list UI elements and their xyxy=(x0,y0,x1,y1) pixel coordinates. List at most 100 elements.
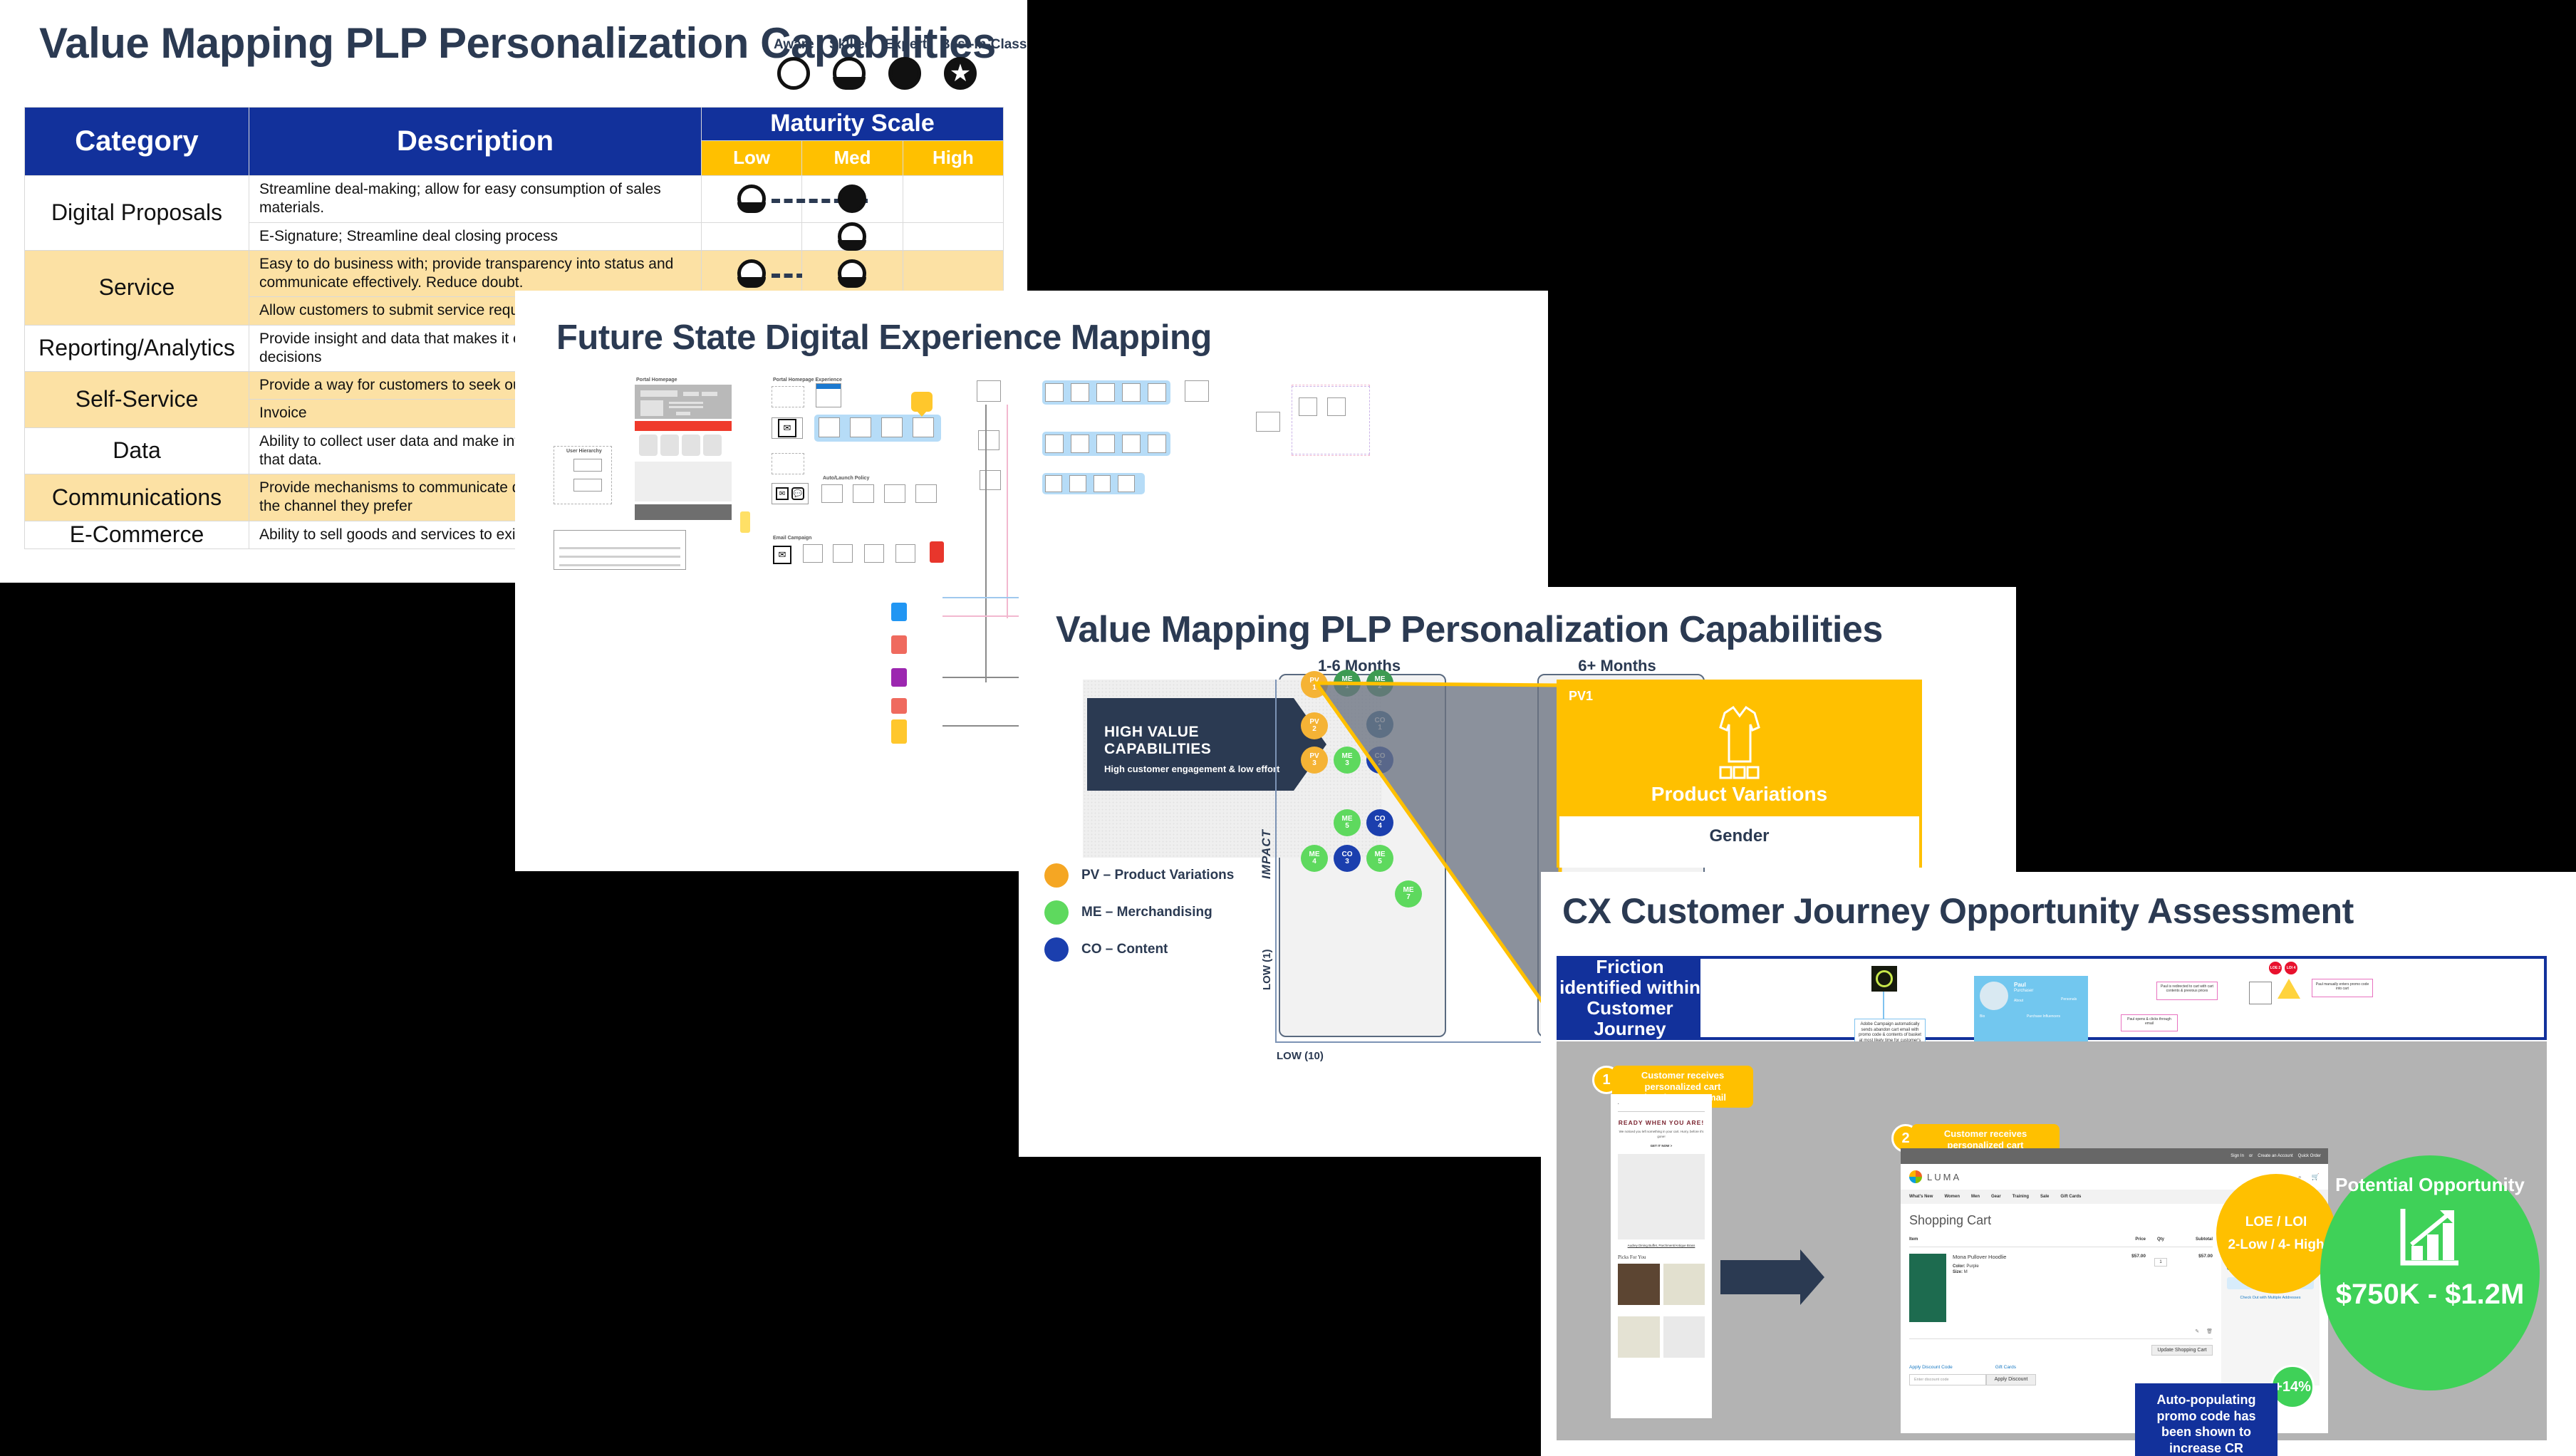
flow-card xyxy=(850,417,871,437)
warning-icon xyxy=(2278,979,2300,999)
bubble-co-3[interactable]: CO 3 xyxy=(1334,845,1361,872)
update-cart-button[interactable]: Update Shopping Cart xyxy=(2151,1345,2213,1356)
wireframe-line xyxy=(669,406,703,408)
connector-line xyxy=(985,405,987,682)
wireframe-nav-2 xyxy=(702,392,717,396)
persona-role: Purchaser xyxy=(2014,989,2034,993)
legend-skilled-label: Skilled xyxy=(829,37,873,52)
legend-label-pv: PV – Product Variations xyxy=(1081,868,1235,883)
loe-loi-title: LOE / LOI xyxy=(2245,1215,2307,1229)
nav-training[interactable]: Training xyxy=(2012,1195,2029,1199)
edit-icon[interactable]: ✎ xyxy=(2195,1328,2199,1334)
email-pick-2 xyxy=(1663,1263,1705,1305)
cell-category: Reporting/Analytics xyxy=(24,324,249,372)
cart-table-header: Item Price Qty Subtotal xyxy=(1909,1232,2213,1247)
flow-card xyxy=(1327,397,1346,416)
loe-loi-bubble: LOE / LOI 2-Low / 4- High xyxy=(2216,1174,2336,1294)
email-pick-3 xyxy=(1618,1316,1660,1358)
item-qty-input[interactable]: 1 xyxy=(2154,1258,2167,1267)
cell-low xyxy=(700,222,803,251)
email-product-name: Audrey Dining Buffet, Parchment/Antique … xyxy=(1627,1243,1695,1247)
pv1-subtitle: Gender xyxy=(1709,826,1770,846)
bubble-me-2[interactable]: ME 2 xyxy=(1366,670,1393,697)
bubble-me-7[interactable]: ME 7 xyxy=(1395,880,1422,908)
loi-badge: LOI 4 xyxy=(2285,962,2297,974)
wireframe-alert-bar xyxy=(635,421,732,431)
opportunity-value: $750K - $1.2M xyxy=(2335,1279,2525,1310)
legend-dot-co xyxy=(1044,937,1069,962)
nav-gift-cards[interactable]: Gift Cards xyxy=(2060,1195,2081,1199)
table-header-row: Category Description Maturity Scale xyxy=(24,107,1004,176)
hvc-headline: HIGH VALUE CAPABILITIES xyxy=(1104,724,1212,757)
note-redirected: Paul is redirected to cart with cart con… xyxy=(2156,982,2218,1000)
create-account-link[interactable]: Create an Account xyxy=(2258,1154,2292,1158)
apply-discount-button[interactable]: Apply Discount xyxy=(1986,1374,2036,1385)
chip-blue xyxy=(891,603,907,621)
cart-account-bar: Sign In or Create an Account Quick Order xyxy=(1901,1148,2328,1164)
chip-note xyxy=(740,511,750,533)
persona-name: Paul xyxy=(2014,982,2026,988)
email-pick-4 xyxy=(1663,1316,1705,1358)
legend-expert: Expert xyxy=(885,37,927,90)
hvc-subline: High customer engagement & low effort xyxy=(1104,764,1280,774)
chip-red xyxy=(891,698,907,714)
bubble-num: 3 xyxy=(1345,858,1349,865)
cell-description: Easy to do business with; provide transp… xyxy=(249,249,702,298)
cart-icon[interactable]: 🛒 xyxy=(2312,1173,2320,1181)
flow-card xyxy=(1096,435,1115,453)
flow-card xyxy=(1118,475,1135,492)
bubble-me-5a[interactable]: ME 5 xyxy=(1334,809,1361,836)
cell-category: Data xyxy=(24,427,249,474)
apply-discount-link[interactable]: Apply Discount Code xyxy=(1909,1365,1953,1370)
quick-order-link[interactable]: Quick Order xyxy=(2298,1154,2321,1158)
chip-yellow xyxy=(891,719,907,744)
bubble-pv-1[interactable]: PV 1 xyxy=(1301,671,1328,698)
nav-women[interactable]: Women xyxy=(1944,1195,1960,1199)
flow-node xyxy=(977,380,1001,402)
bubble-me-1[interactable]: ME 1 xyxy=(1334,670,1361,697)
wireframe-body xyxy=(635,462,732,501)
nav-whats-new[interactable]: What's New xyxy=(1909,1195,1933,1199)
legend-label-me: ME – Merchandising xyxy=(1081,905,1212,920)
nav-sale[interactable]: Sale xyxy=(2040,1195,2049,1199)
bubble-co-2[interactable]: CO 2 xyxy=(1366,747,1393,774)
wireframe-card xyxy=(660,435,679,456)
wireframe-label-autolaunch: Auto/Launch Policy xyxy=(823,476,870,481)
cell-low xyxy=(700,249,868,298)
gift-cards-link[interactable]: Gift Cards xyxy=(1995,1365,2016,1370)
bubble-me-4[interactable]: ME 4 xyxy=(1301,845,1328,872)
bubble-me-5b[interactable]: ME 5 xyxy=(1366,845,1393,872)
nav-gear[interactable]: Gear xyxy=(1991,1195,2001,1199)
table-row: Digital Proposals Streamline deal-making… xyxy=(24,175,1004,251)
multiple-addresses-link[interactable]: Check Out with Multiple Addresses xyxy=(2227,1296,2314,1300)
promo-note-callout: Auto-populating promo code has been show… xyxy=(2135,1383,2278,1456)
bubble-co-1[interactable]: CO 1 xyxy=(1366,711,1393,738)
bubble-num: 3 xyxy=(1345,759,1349,767)
flow-node xyxy=(1185,380,1209,402)
flow-node xyxy=(978,430,999,450)
harvey-ball-full-icon xyxy=(838,184,867,214)
bubble-me-3[interactable]: ME 3 xyxy=(1334,747,1361,774)
discount-code-input[interactable]: Enter discount code xyxy=(1909,1374,1986,1385)
loe-badge: LOE 2 xyxy=(2269,962,2282,974)
nav-men[interactable]: Men xyxy=(1971,1195,1980,1199)
bubble-pv-2[interactable]: PV 2 xyxy=(1301,712,1328,739)
item-size: M xyxy=(1963,1270,1968,1274)
flow-card xyxy=(1069,475,1086,492)
delete-icon[interactable]: 🗑 xyxy=(2206,1328,2213,1334)
bubble-pv-3[interactable]: PV 3 xyxy=(1301,747,1328,774)
column-header-6plus-months: 6+ Months xyxy=(1578,657,1656,675)
slide-cx-journey-assessment: CX Customer Journey Opportunity Assessme… xyxy=(1541,872,2576,1456)
shirt-icon xyxy=(1718,705,1760,779)
sign-in-link[interactable]: Sign In xyxy=(2230,1154,2244,1158)
bubble-num: 2 xyxy=(1378,682,1382,690)
bubble-num: 7 xyxy=(1406,893,1411,901)
table-row-line xyxy=(559,556,680,558)
table-row-line xyxy=(559,564,680,566)
bubble-num: 3 xyxy=(1312,759,1316,767)
harvey-ball-half-icon xyxy=(838,259,867,288)
cell-high xyxy=(902,222,1004,251)
y-axis-line xyxy=(1275,680,1277,1043)
connector-arrow xyxy=(1883,992,1884,1019)
bubble-co-4[interactable]: CO 4 xyxy=(1366,809,1393,836)
